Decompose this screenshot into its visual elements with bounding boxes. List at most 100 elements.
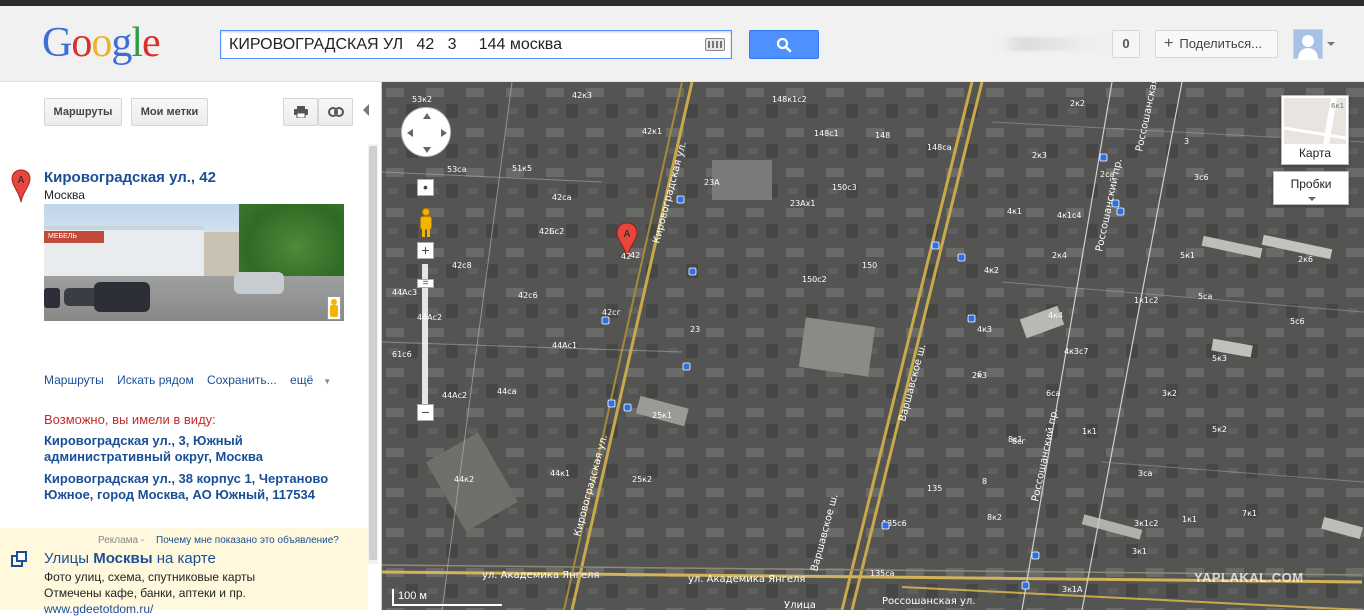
map-thumbnail: 6к1 [1284, 98, 1346, 144]
link-button[interactable] [318, 98, 353, 126]
street-label: Улица [784, 600, 816, 610]
chevron-down-icon[interactable] [1327, 42, 1335, 46]
building-label: 150с2 [802, 275, 827, 284]
ad-title-link[interactable]: Улицы Москвы на карте [44, 550, 216, 567]
logo-letter: l [131, 20, 143, 66]
red-marker-icon[interactable]: A [11, 169, 31, 203]
building-label: 42с8 [452, 261, 472, 270]
bus-stop-icon[interactable] [1031, 551, 1040, 560]
pan-left-icon[interactable] [407, 129, 413, 137]
place-actions: Маршруты Искать рядом Сохранить... ещё ▼ [44, 373, 351, 387]
map-type-button[interactable]: 6к1 Карта [1281, 95, 1349, 165]
building-label: 3к1 [1132, 547, 1147, 556]
zoom-handle[interactable]: = [417, 279, 434, 289]
ad-title-bold: Москвы [93, 550, 153, 567]
watermark: YAPLAKAL.COM [1194, 570, 1304, 585]
car [94, 282, 150, 312]
map-canvas[interactable]: Кировоградская ул. Кировоградская ул. ул… [382, 82, 1364, 610]
bus-stop-icon[interactable] [931, 241, 940, 250]
car [44, 288, 60, 308]
my-places-button[interactable]: Мои метки [131, 98, 208, 126]
routes-button[interactable]: Маршруты [44, 98, 122, 126]
bus-stop-icon[interactable] [1116, 207, 1125, 216]
building-label: 44Ас3 [392, 288, 417, 297]
bus-stop-icon[interactable] [682, 362, 691, 371]
keyboard-icon[interactable] [705, 38, 725, 51]
building-label: 25к1 [652, 411, 672, 420]
suggestion-link[interactable]: Кировоградская ул., 38 корпус 1, Чертано… [44, 471, 344, 503]
bus-stop-icon[interactable] [1099, 153, 1108, 162]
building-label: 4к1с4 [1057, 211, 1082, 220]
bus-stop-icon[interactable] [607, 399, 616, 408]
action-more-label: ещё [290, 373, 314, 387]
bus-stop-icon[interactable] [623, 403, 632, 412]
place-title[interactable]: Кировоградская ул., 42 [44, 169, 216, 186]
action-routes-link[interactable]: Маршруты [44, 373, 104, 387]
ad-why-link[interactable]: Почему мне показано это объявление? [156, 535, 339, 546]
did-you-mean-label: Возможно, вы имели в виду: [44, 412, 216, 427]
building-label: 1к1с2 [1134, 296, 1159, 305]
building-label: 44к2 [454, 475, 474, 484]
suggestion-line: Кировоградская ул., 3, Южный [44, 433, 243, 448]
pan-up-icon[interactable] [423, 113, 431, 119]
map-marker-letter: A [624, 229, 631, 240]
pan-right-icon[interactable] [441, 129, 447, 137]
search-button[interactable] [749, 30, 819, 59]
collapse-left-icon[interactable] [363, 104, 369, 116]
share-button[interactable]: + Поделиться... [1155, 30, 1278, 58]
pan-control-icon[interactable] [401, 107, 451, 157]
plus-icon: + [1164, 35, 1174, 52]
building-label: 42сг [602, 308, 621, 317]
building-label: 2к2 [1070, 99, 1085, 108]
building-label: 42к3 [572, 91, 592, 100]
search-input[interactable] [221, 31, 691, 58]
scrollbar-thumb[interactable] [369, 146, 377, 560]
pegman-icon[interactable] [418, 208, 434, 238]
bus-stop-icon[interactable] [957, 253, 966, 262]
avatar[interactable] [1293, 29, 1323, 60]
search-box[interactable] [220, 30, 732, 59]
zoom-in-button[interactable]: + [417, 242, 434, 259]
building-label: 2к6 [1298, 255, 1313, 264]
google-logo[interactable]: Google [42, 20, 161, 66]
building-label: 2к4 [1052, 251, 1067, 260]
reset-view-button[interactable]: • [417, 179, 434, 196]
place-city: Москва [44, 188, 85, 202]
bus-stop-icon[interactable] [1021, 581, 1030, 590]
bus-stop-icon[interactable] [601, 316, 610, 325]
building-label: 5с6 [1290, 317, 1305, 326]
street-label: ул. Академика Янгеля [482, 570, 599, 581]
bus-stop-icon[interactable] [967, 314, 976, 323]
bus-stop-icon[interactable] [1111, 199, 1120, 208]
ad-url[interactable]: www.gdeetotdom.ru/ [44, 602, 153, 616]
pan-down-icon[interactable] [423, 147, 431, 153]
suggestion-link[interactable]: Кировоградская ул., 3, Южный администрат… [44, 433, 344, 465]
building-label: 23 [690, 325, 700, 334]
building-label: 3к2 [1162, 389, 1177, 398]
suggestion-line: Южное, город Москва, АО Южный, 117534 [44, 487, 315, 502]
print-button[interactable] [283, 98, 318, 126]
satellite-map[interactable]: Кировоградская ул. Кировоградская ул. ул… [382, 82, 1364, 610]
street-view-photo[interactable]: МЕБЕЛЬ [44, 204, 344, 321]
panel-scrollbar[interactable] [368, 144, 378, 564]
bus-stop-icon[interactable] [881, 521, 890, 530]
building-label: 44Ас1 [552, 341, 577, 350]
notification-count[interactable]: 0 [1112, 30, 1140, 58]
top-bar: Google 0 + Поделиться... [0, 0, 1364, 82]
building-label: 61с6 [392, 350, 412, 359]
bus-stop-icon[interactable] [676, 195, 685, 204]
action-save-link[interactable]: Сохранить... [207, 373, 277, 387]
external-link-icon [11, 551, 27, 567]
pegman-icon[interactable] [327, 296, 341, 320]
action-more-link[interactable]: ещё ▼ [290, 373, 341, 387]
zoom-out-button[interactable]: − [417, 404, 434, 421]
building-label: 148к1с2 [772, 95, 807, 104]
action-search-nearby-link[interactable]: Искать рядом [117, 373, 194, 387]
bus-stop-icon[interactable] [688, 267, 697, 276]
marker-letter: A [18, 175, 25, 186]
traffic-button[interactable]: Пробки [1273, 171, 1349, 205]
building-label: 148 [875, 131, 890, 140]
shop-sign: МЕБЕЛЬ [44, 231, 104, 243]
search-icon [776, 37, 792, 52]
map-type-label: Карта [1298, 146, 1332, 160]
